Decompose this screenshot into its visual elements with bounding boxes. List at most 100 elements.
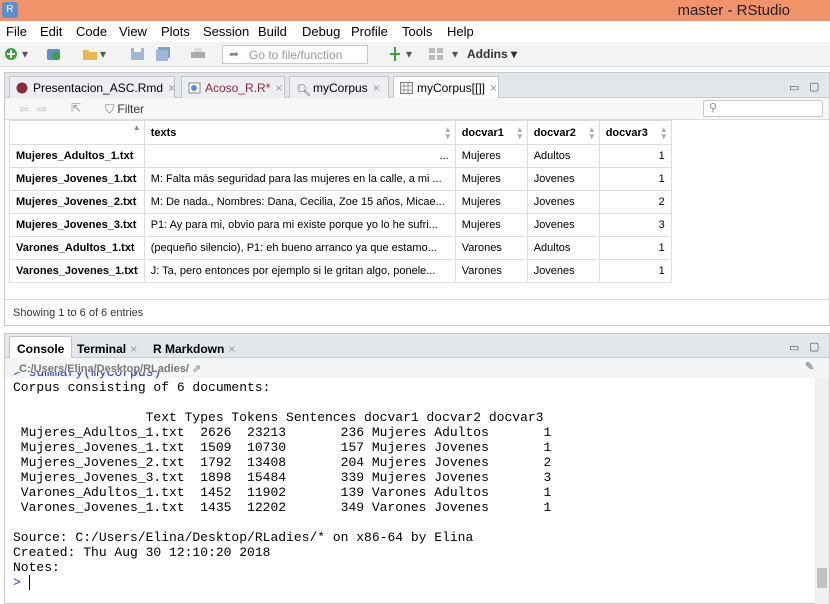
console-line: Text Types Tokens Sentences docvar1 docv…: [13, 410, 544, 425]
cell-docvar2: Adultos: [526, 236, 600, 260]
menu-edit[interactable]: Edit: [40, 24, 62, 39]
close-icon[interactable]: ×: [490, 81, 497, 95]
back-icon[interactable]: ⇦: [19, 102, 29, 116]
column-header-docvar2[interactable]: docvar2 ▲ ▼: [526, 120, 600, 145]
table-row: Mujeres_Jovenes_3.txt P1: Ay para mi, obv…: [9, 213, 672, 237]
save-icon[interactable]: [130, 47, 146, 61]
workspace-panes-icon[interactable]: [428, 47, 444, 61]
tab-label: Console: [17, 342, 65, 356]
cell-docvar2: Jovenes: [526, 190, 600, 214]
tab-mycorpus-data[interactable]: myCorpus[[]] ×: [393, 76, 499, 99]
cell-docvar2: Adultos: [526, 144, 600, 168]
cell-docvar2: Jovenes: [526, 213, 600, 237]
close-icon[interactable]: ×: [130, 342, 137, 356]
menu-session[interactable]: Session: [203, 24, 249, 39]
table-row: Varones_Adultos_1.txt (pequeño silencio),…: [9, 236, 672, 260]
cell-texts: ...: [143, 144, 456, 168]
tab-mycorpus[interactable]: 🔍︎ myCorpus ×: [289, 76, 389, 98]
console-line: Varones_Jovenes_1.txt 1435 12202 349 Var…: [13, 500, 552, 515]
tab-r-markdown[interactable]: R Markdown ×: [145, 336, 243, 358]
cell-docvar1: Mujeres: [454, 190, 528, 214]
close-icon[interactable]: ×: [275, 81, 282, 95]
column-header-docvar3[interactable]: docvar3 ▲ ▼: [598, 120, 672, 145]
maximize-pane-icon[interactable]: ▢: [809, 340, 819, 353]
row-name: Mujeres_Jovenes_2.txt: [9, 190, 145, 214]
console-line: Mujeres_Jovenes_3.txt 1898 15484 339 Muj…: [13, 470, 552, 485]
forward-icon[interactable]: ⇨: [37, 102, 47, 116]
panes-dropdown-icon[interactable]: ▾: [452, 47, 458, 64]
save-all-icon[interactable]: [156, 47, 172, 61]
cell-texts: M: De nada., Nombres: Dana, Cecilia, Zoe…: [143, 190, 456, 214]
scrollbar-thumb[interactable]: [817, 568, 827, 588]
column-header-texts[interactable]: texts ▲ ▼: [143, 120, 456, 145]
console-prompt[interactable]: >: [13, 575, 813, 590]
menu-debug[interactable]: Debug: [302, 24, 340, 39]
sort-icon: ▲ ▼: [587, 125, 596, 141]
cell-docvar3: 3: [598, 213, 672, 237]
console-scrollbar[interactable]: [815, 378, 829, 604]
filter-icon: ⛉: [105, 102, 115, 116]
rmd-file-icon: [16, 82, 28, 94]
main-toolbar: ▾ ▾ ➦ Go to file/function ▾ ▾ Addins ▾: [0, 42, 830, 67]
menu-help[interactable]: Help: [447, 24, 474, 39]
console-pane: Console Terminal × R Markdown × ▭ ▢ C:/Use…: [4, 333, 830, 604]
close-icon[interactable]: ×: [373, 81, 380, 95]
cell-texts: J: Ta, pero entonces por ejemplo si le g…: [143, 259, 456, 283]
tab-presentacion-rmd[interactable]: Presentacion_ASC.Rmd ×: [9, 76, 175, 98]
column-header-docvar1[interactable]: docvar1 ▲ ▼: [454, 120, 528, 145]
tab-console[interactable]: Console: [9, 336, 73, 358]
new-file-icon[interactable]: [4, 47, 20, 61]
minimize-pane-icon[interactable]: ▭: [789, 81, 799, 94]
new-project-icon[interactable]: [46, 47, 62, 61]
sort-asc-icon: ▲: [132, 123, 141, 132]
menu-file[interactable]: File: [6, 24, 27, 39]
tab-label: Terminal: [77, 342, 127, 356]
close-icon[interactable]: ×: [168, 81, 175, 95]
column-label: texts: [150, 126, 177, 139]
menu-tools[interactable]: Tools: [402, 24, 432, 39]
menu-view[interactable]: View: [119, 24, 147, 39]
go-to-file-input[interactable]: ➦ Go to file/function: [222, 45, 368, 64]
search-input[interactable]: ⚲: [703, 100, 823, 117]
sort-icon: ▲ ▼: [515, 125, 524, 141]
menu-profile[interactable]: Profile: [351, 24, 388, 39]
close-icon[interactable]: ×: [228, 342, 235, 356]
row-names-header[interactable]: ▲: [9, 120, 145, 145]
git-icon[interactable]: [388, 47, 404, 61]
window-title: master - RStudio: [677, 2, 790, 19]
console-line: Mujeres_Jovenes_1.txt 1509 10730 157 Muj…: [13, 440, 552, 455]
git-dropdown-icon[interactable]: ▾: [406, 47, 412, 64]
menu-build[interactable]: Build: [258, 24, 287, 39]
menu-plots[interactable]: Plots: [161, 24, 190, 39]
print-icon[interactable]: [190, 47, 206, 61]
minimize-pane-icon[interactable]: ▭: [789, 341, 799, 354]
menu-code[interactable]: Code: [76, 24, 107, 39]
console-output[interactable]: > summary(myCorpus) Corpus consisting of …: [13, 372, 813, 590]
search-icon: 🔍︎: [296, 83, 312, 97]
tab-label: R Markdown: [153, 342, 225, 356]
popout-icon[interactable]: ⇱: [71, 101, 81, 115]
open-folder-icon[interactable]: [82, 47, 98, 61]
filter-button[interactable]: ⛉ Filter: [105, 102, 144, 117]
row-name: Mujeres_Adultos_1.txt: [9, 144, 145, 168]
search-icon: ⚲: [709, 102, 718, 114]
new-file-dropdown-icon[interactable]: ▾: [22, 47, 28, 64]
addins-menu[interactable]: Addins ▾: [467, 47, 517, 61]
source-pane: Presentacion_ASC.Rmd × Acoso_R.R* × 🔍︎ myCo…: [4, 72, 830, 326]
cell-docvar1: Varones: [454, 259, 528, 283]
column-label: docvar2: [533, 126, 576, 139]
open-dropdown-icon[interactable]: ▾: [100, 47, 106, 64]
tab-terminal[interactable]: Terminal ×: [69, 336, 145, 358]
cell-texts: (pequeño silencio), P1: eh bueno arranco…: [143, 236, 456, 260]
cell-docvar1: Mujeres: [454, 213, 528, 237]
source-tab-bar: Presentacion_ASC.Rmd × Acoso_R.R* × 🔍︎ myCo…: [5, 73, 829, 99]
console-tab-bar: Console Terminal × R Markdown × ▭ ▢: [5, 334, 829, 358]
maximize-pane-icon[interactable]: ▢: [809, 80, 819, 93]
menu-bar: File Edit Code View Plots Session Build …: [0, 21, 830, 42]
tab-acoso-r[interactable]: Acoso_R.R* ×: [181, 76, 285, 98]
row-name: Mujeres_Jovenes_3.txt: [9, 213, 145, 237]
go-to-arrow-icon: ➦: [229, 47, 240, 61]
console-line: Notes:: [13, 560, 60, 575]
prompt-symbol: >: [13, 575, 21, 590]
cell-docvar3: 1: [598, 236, 672, 260]
